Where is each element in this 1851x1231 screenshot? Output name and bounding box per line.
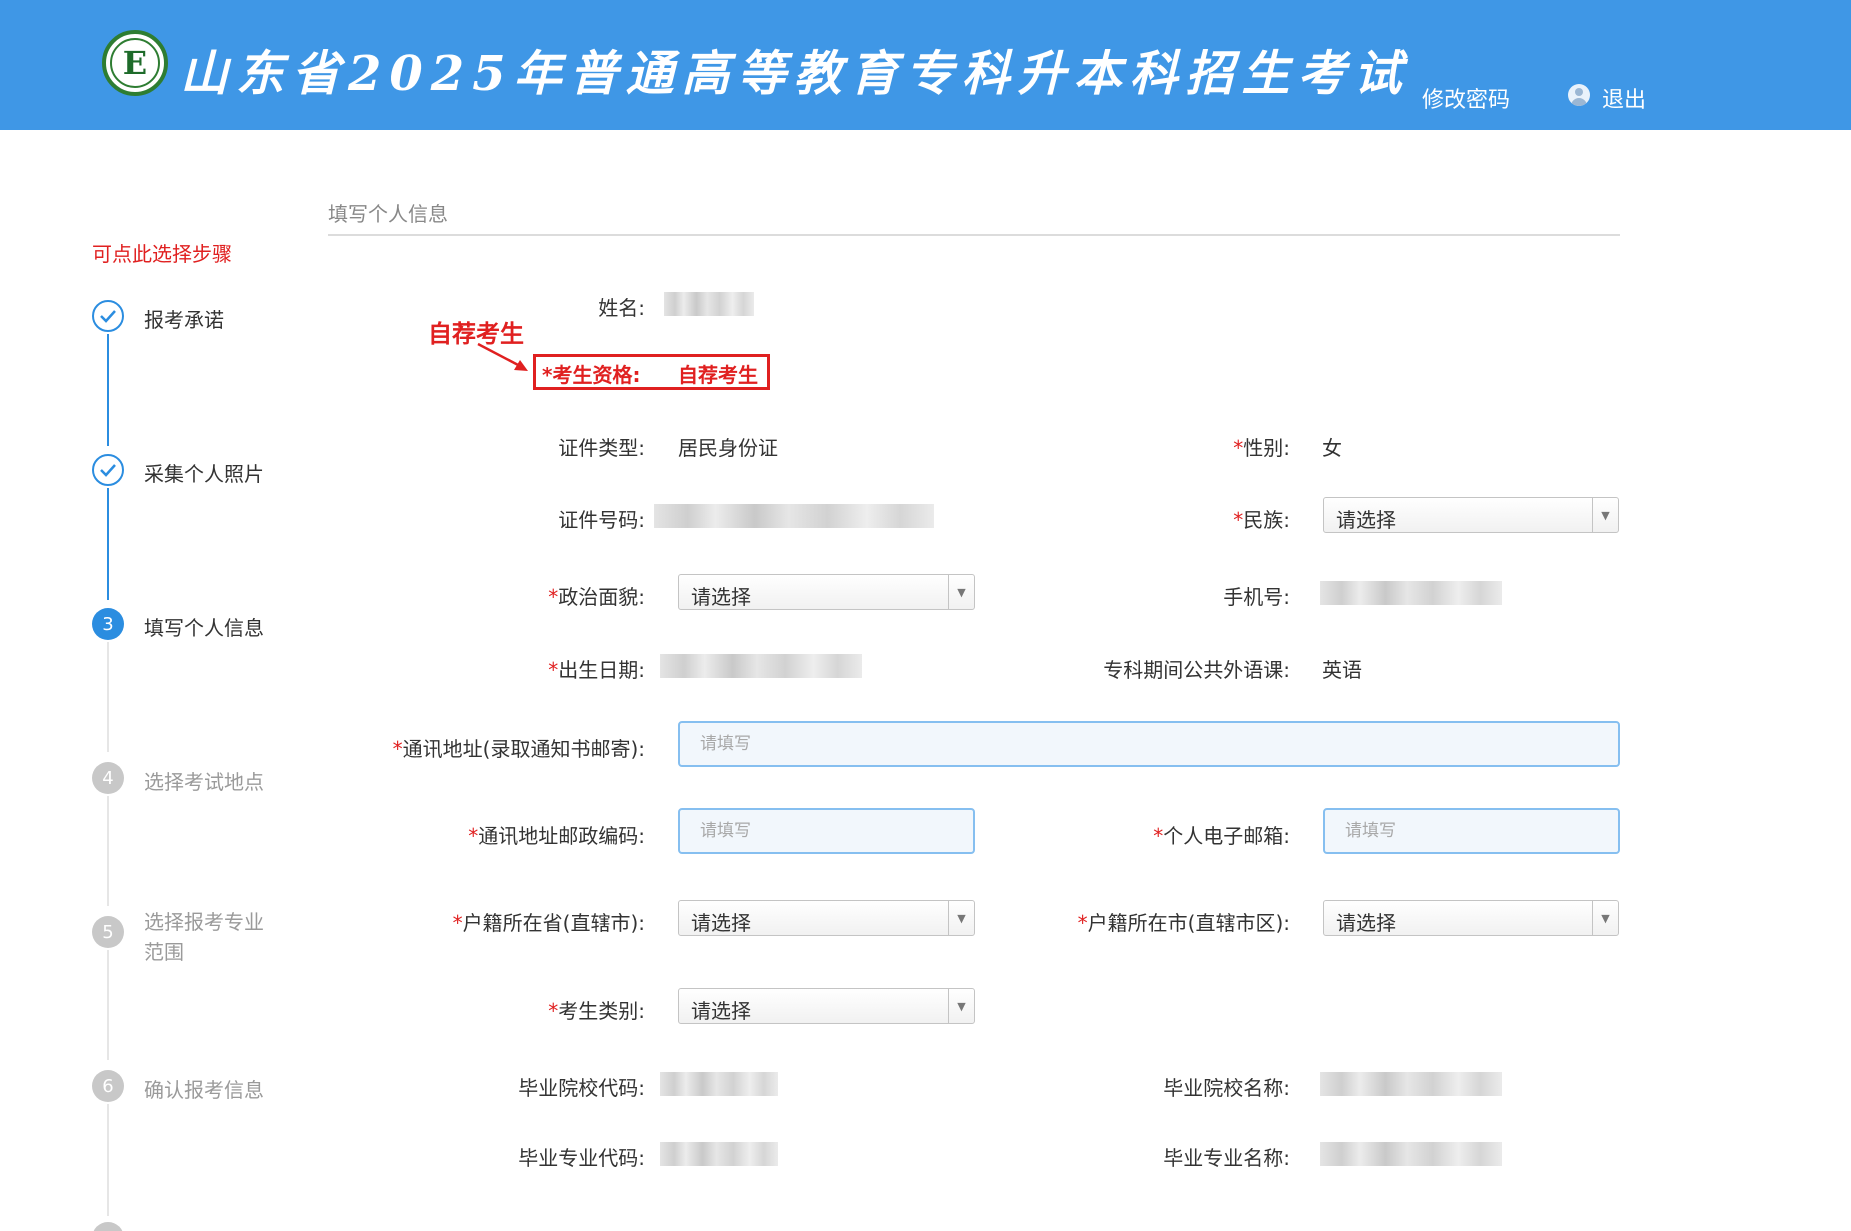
major-code-value-blurred	[660, 1142, 778, 1166]
exam-logo: E	[102, 30, 168, 96]
birth-value-blurred	[660, 654, 862, 678]
step-6-label[interactable]: 确认报考信息	[144, 1074, 264, 1103]
school-name-label: 毕业院校名称:	[1163, 1076, 1290, 1100]
check-icon	[100, 310, 116, 323]
step-connector	[107, 950, 109, 1060]
postcode-input[interactable]	[678, 808, 975, 854]
step-2-label[interactable]: 采集个人照片	[144, 458, 264, 487]
section-divider	[328, 234, 1620, 236]
hukou-province-select[interactable]: 请选择 ▼	[678, 900, 975, 936]
step-3-label[interactable]: 填写个人信息	[144, 612, 264, 641]
step-connector	[107, 488, 109, 600]
name-label: 姓名:	[598, 296, 645, 320]
birth-label: *出生日期:	[548, 658, 645, 682]
id-number-label: 证件号码:	[558, 508, 645, 532]
step-connector	[107, 334, 109, 446]
step-5-label-line2[interactable]: 范围	[144, 936, 184, 965]
school-code-label: 毕业院校代码:	[518, 1076, 645, 1100]
id-type-label: 证件类型:	[558, 436, 645, 460]
hukou-province-label: *户籍所在省(直辖市):	[452, 911, 645, 935]
category-select[interactable]: 请选择 ▼	[678, 988, 975, 1024]
hukou-province-select-value: 请选择	[691, 911, 751, 935]
political-select[interactable]: 请选择 ▼	[678, 574, 975, 610]
ethnicity-select-value: 请选择	[1336, 508, 1396, 532]
school-code-value-blurred	[660, 1072, 778, 1096]
email-input[interactable]	[1323, 808, 1620, 854]
top-header: E 山东省2025年普通高等教育专科升本科招生考试 修改密码 退出	[0, 0, 1851, 130]
school-name-value-blurred	[1320, 1072, 1502, 1096]
foreign-lang-label: 专科期间公共外语课:	[1103, 658, 1290, 682]
name-value-blurred	[664, 292, 754, 316]
step-connector	[107, 1104, 109, 1216]
category-select-value: 请选择	[691, 999, 751, 1023]
page-title: 山东省2025年普通高等教育专科升本科招生考试	[180, 46, 1410, 102]
step-3-active[interactable]: 3	[92, 608, 124, 640]
user-icon	[1568, 84, 1590, 106]
ethnicity-label: *民族:	[1233, 508, 1290, 532]
logout-link[interactable]: 退出	[1602, 82, 1646, 114]
step-1-done[interactable]	[92, 300, 124, 332]
phone-label: 手机号:	[1223, 585, 1290, 609]
step-5-label[interactable]: 选择报考专业	[144, 906, 264, 935]
step-connector	[107, 642, 109, 752]
email-label: *个人电子邮箱:	[1153, 824, 1290, 848]
address-input[interactable]	[678, 721, 1620, 767]
qualification-value: 自荐考生	[678, 363, 758, 387]
political-label: *政治面貌:	[548, 585, 645, 609]
address-label: *通讯地址(录取通知书邮寄):	[392, 737, 645, 761]
major-name-value-blurred	[1320, 1142, 1502, 1166]
phone-value-blurred	[1320, 581, 1502, 605]
change-password-link[interactable]: 修改密码	[1422, 82, 1510, 114]
chevron-down-icon: ▼	[948, 989, 974, 1023]
annotation-arrow-icon	[477, 342, 528, 371]
hukou-city-select[interactable]: 请选择 ▼	[1323, 900, 1619, 936]
step-2-done[interactable]	[92, 454, 124, 486]
step-4-label[interactable]: 选择考试地点	[144, 766, 264, 795]
chevron-down-icon: ▼	[1592, 901, 1618, 935]
check-icon	[100, 464, 116, 477]
section-title: 填写个人信息	[328, 202, 448, 226]
step-5-todo[interactable]: 5	[92, 916, 124, 948]
hukou-city-select-value: 请选择	[1336, 911, 1396, 935]
step-4-todo[interactable]: 4	[92, 762, 124, 794]
foreign-lang-value: 英语	[1322, 658, 1362, 682]
step-hint: 可点此选择步骤	[92, 242, 232, 266]
qualification-label: *考生资格:	[542, 363, 641, 387]
major-code-label: 毕业专业代码:	[518, 1146, 645, 1170]
step-7-todo[interactable]	[92, 1222, 124, 1231]
step-6-todo[interactable]: 6	[92, 1070, 124, 1102]
chevron-down-icon: ▼	[948, 901, 974, 935]
hukou-city-label: *户籍所在市(直辖市区):	[1077, 911, 1290, 935]
major-name-label: 毕业专业名称:	[1163, 1146, 1290, 1170]
step-1-label[interactable]: 报考承诺	[144, 304, 224, 333]
category-label: *考生类别:	[548, 999, 645, 1023]
postcode-label: *通讯地址邮政编码:	[468, 824, 645, 848]
gender-value: 女	[1322, 436, 1342, 460]
chevron-down-icon: ▼	[1592, 498, 1618, 532]
id-type-value: 居民身份证	[678, 436, 778, 460]
logo-letter: E	[110, 38, 160, 88]
id-number-value-blurred	[654, 504, 934, 528]
chevron-down-icon: ▼	[948, 575, 974, 609]
political-select-value: 请选择	[691, 585, 751, 609]
step-connector	[107, 796, 109, 906]
ethnicity-select[interactable]: 请选择 ▼	[1323, 497, 1619, 533]
gender-label: *性别:	[1233, 436, 1290, 460]
